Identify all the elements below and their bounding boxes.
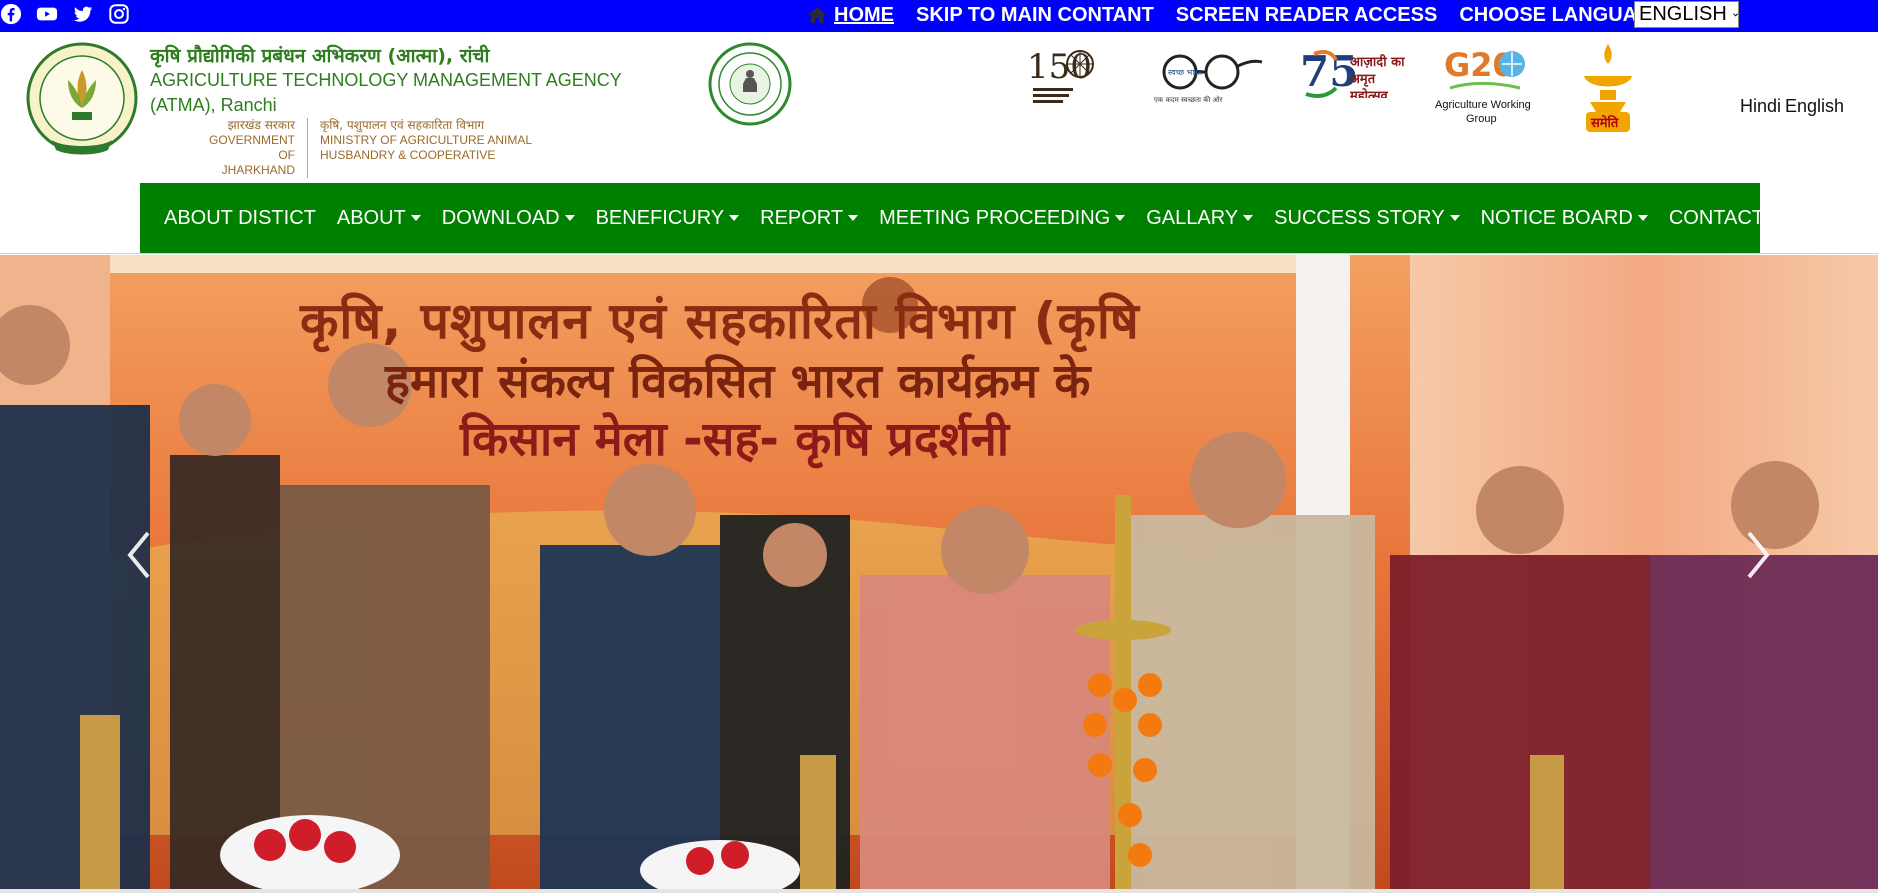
- skip-to-main-link[interactable]: SKIP TO MAIN CONTANT: [916, 4, 1154, 27]
- nav-item-label: CONTACT: [1668, 206, 1765, 229]
- nav-item-success-story[interactable]: SUCCESS STORY: [1274, 206, 1460, 230]
- home-link-group[interactable]: HOME: [806, 4, 894, 27]
- gov-en-line2: JHARKHAND: [221, 163, 295, 177]
- org-title-english-line1: AGRICULTURE TECHNOLOGY MANAGEMENT AGENCY: [150, 70, 622, 90]
- page-bottom-strip: [0, 889, 1878, 893]
- main-navigation: ABOUT DISTICT ABOUT DOWNLOAD BENEFICURY REPO…: [140, 183, 1780, 253]
- nav-item-label: SUCCESS STORY: [1274, 206, 1445, 229]
- language-select-value: ENGLISH: [1639, 3, 1727, 25]
- caret-down-icon: [410, 215, 421, 221]
- gov-hindi: झारखंड सरकार: [227, 118, 295, 132]
- nav-item-download[interactable]: DOWNLOAD: [442, 207, 575, 230]
- chevron-down-icon: [1732, 12, 1738, 16]
- nav-item-report[interactable]: REPORT: [760, 206, 859, 230]
- sameti-label: समेति: [1590, 115, 1619, 131]
- caret-down-icon: [1449, 215, 1460, 221]
- nav-item-label: REPORT: [760, 206, 844, 229]
- banner-line-3: किसान मेला -सह- कृषि प्रदर्शनी: [460, 412, 1009, 467]
- screen-reader-link[interactable]: SCREEN READER ACCESS: [1176, 4, 1438, 27]
- mahatma-150-number: 150: [1027, 47, 1092, 87]
- mahatma-150-logo: 150: [1027, 47, 1094, 103]
- nav-item-about-distict[interactable]: ABOUT DISTICT: [164, 207, 316, 230]
- caret-down-icon: [1243, 215, 1254, 221]
- jharkhand-seal-logo: [708, 42, 792, 126]
- ministry-hindi: कृषि, पशुपालन एवं सहकारिता विभाग: [320, 118, 485, 132]
- nav-item-label: NOTICE BOARD: [1480, 206, 1633, 229]
- facebook-icon[interactable]: [0, 3, 22, 25]
- caret-down-icon: [1769, 215, 1780, 221]
- nav-item-label: GALLARY: [1146, 206, 1239, 229]
- swachh-bharat-logo: स्वच्छ भारत एक कदम स्वच्छता की ओर: [1154, 54, 1263, 104]
- nav-item-label: ABOUT: [336, 206, 406, 229]
- nav-item-label: BENEFICURY: [595, 206, 725, 229]
- swachh-subtitle: एक कदम स्वच्छता की ओर: [1154, 95, 1223, 104]
- youtube-icon[interactable]: [36, 3, 58, 25]
- language-select[interactable]: ENGLISH: [1634, 1, 1739, 28]
- home-link[interactable]: HOME: [834, 4, 894, 27]
- org-title-english-line2: (ATMA), Ranchi: [150, 95, 277, 115]
- chevron-right-icon[interactable]: [1735, 525, 1779, 585]
- caret-down-icon: [1115, 215, 1126, 221]
- nav-item-beneficury[interactable]: BENEFICURY: [596, 207, 740, 230]
- hindi-language-link[interactable]: Hindi: [1740, 96, 1781, 117]
- azadi-text: आज़ादी का अमृत महोत्सव: [1350, 55, 1405, 98]
- hero-carousel: कृषि, पशुपालन एवं सहकारिता विभाग (कृषि ह…: [0, 255, 1878, 889]
- ministry-en-line1: MINISTRY OF AGRICULTURE ANIMAL: [320, 133, 533, 147]
- instagram-icon[interactable]: [108, 3, 130, 25]
- site-header: कृषि प्रौद्योगिकी प्रबंधन अभिकरण (आत्मा)…: [0, 32, 1878, 183]
- top-links: HOME SKIP TO MAIN CONTANT SCREEN READER …: [806, 0, 1688, 30]
- ministry-en-line2: HUSBANDRY & COOPERATIVE: [320, 148, 496, 162]
- twitter-icon[interactable]: [72, 3, 94, 25]
- atma-logo[interactable]: [22, 40, 142, 160]
- swachh-hindi-label: स्वच्छ भारत: [1168, 68, 1203, 77]
- nav-divider: [0, 253, 1878, 254]
- chevron-left-icon[interactable]: [118, 525, 162, 585]
- nav-item-meeting-proceeding[interactable]: MEETING PROCEEDING: [879, 206, 1126, 230]
- caret-down-icon: [564, 215, 575, 221]
- organisation-title: कृषि प्रौद्योगिकी प्रबंधन अभिकरण (आत्मा)…: [150, 44, 670, 118]
- english-language-link[interactable]: English: [1785, 96, 1844, 117]
- nav-item-label: DOWNLOAD: [441, 206, 560, 229]
- banner-line-2: हमारा संकल्प विकसित भारत कार्यक्रम के: [385, 354, 1091, 409]
- sameti-logo: समेति: [1584, 44, 1632, 132]
- g20-subtitle-line1: Agriculture Working: [1435, 99, 1531, 111]
- g20-subtitle-line2: Group: [1466, 113, 1497, 125]
- social-links: [0, 3, 130, 25]
- nav-item-gallary[interactable]: GALLARY: [1146, 206, 1254, 230]
- caret-down-icon: [848, 215, 859, 221]
- caret-down-icon: [1637, 215, 1648, 221]
- azadi-ka-amrit-mahotsav-logo: 75 आज़ादी का अमृत महोत्सव: [1300, 47, 1405, 98]
- banner-line-1: कृषि, पशुपालन एवं सहकारिता विभाग (कृषि: [300, 292, 1140, 350]
- nav-item-label: ABOUT DISTICT: [164, 206, 316, 229]
- nav-item-notice-board[interactable]: NOTICE BOARD: [1481, 207, 1648, 230]
- org-title-hindi: कृषि प्रौद्योगिकी प्रबंधन अभिकरण (आत्मा)…: [150, 45, 490, 67]
- government-info: झारखंड सरकार GOVERNMENT OF JHARKHAND कृष…: [190, 118, 548, 178]
- g20-agriculture-logo: G20 Agriculture Working Group: [1435, 46, 1531, 125]
- nav-item-about[interactable]: ABOUT: [337, 207, 421, 230]
- home-icon: [807, 6, 827, 24]
- nav-item-contact[interactable]: CONTACT: [1668, 206, 1780, 230]
- gov-en-line1: GOVERNMENT OF: [208, 133, 295, 162]
- nav-item-label: MEETING PROCEEDING: [879, 206, 1111, 229]
- top-utility-bar: HOME SKIP TO MAIN CONTANT SCREEN READER …: [0, 0, 1878, 32]
- caret-down-icon: [729, 215, 740, 221]
